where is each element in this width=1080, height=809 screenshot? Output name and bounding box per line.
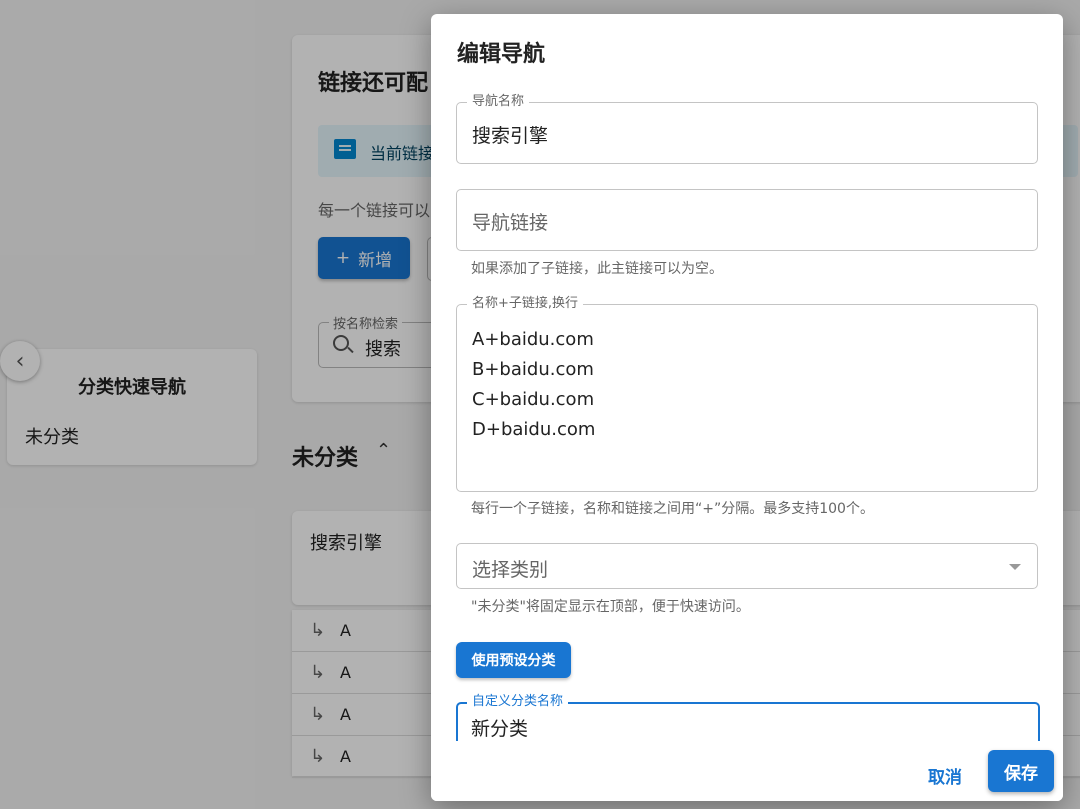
sublinks-textarea[interactable]: 名称+子链接,换行 A+baidu.com B+baidu.com C+baid…	[456, 296, 1038, 492]
dialog-title: 编辑导航	[457, 42, 546, 67]
category-select-placeholder: 选择类别	[472, 559, 549, 581]
sublinks-label: 名称+子链接,换行	[467, 296, 584, 312]
sublink-line: C+baidu.com	[472, 389, 595, 410]
category-helper: "未分类"将固定显示在顶部，便于快速访问。	[471, 599, 750, 615]
category-select[interactable]: 选择类别	[456, 543, 1038, 589]
cancel-button[interactable]: 取消	[917, 757, 973, 793]
sublinks-helper: 每行一个子链接，名称和链接之间用“+”分隔。最多支持100个。	[471, 501, 874, 517]
sublink-line: A+baidu.com	[472, 329, 594, 350]
sublink-line: B+baidu.com	[472, 359, 594, 380]
dialog-actions: 取消 保存	[431, 741, 1063, 801]
nav-name-field[interactable]: 导航名称 搜索引擎	[456, 94, 1038, 164]
use-preset-category-button[interactable]: 使用预设分类	[456, 642, 571, 678]
custom-category-value: 新分类	[471, 718, 529, 740]
custom-category-label: 自定义分类名称	[467, 694, 569, 710]
sublinks-lines: A+baidu.com B+baidu.com C+baidu.com D+ba…	[472, 325, 595, 445]
edit-nav-dialog: 编辑导航 导航名称 搜索引擎 导航链接 如果添加了子链接，此主链接可以为空。 名…	[431, 14, 1063, 801]
save-button[interactable]: 保存	[988, 750, 1054, 792]
sublink-line: D+baidu.com	[472, 419, 596, 440]
nav-link-helper: 如果添加了子链接，此主链接可以为空。	[471, 261, 723, 277]
nav-name-value: 搜索引擎	[472, 125, 549, 147]
nav-name-label: 导航名称	[467, 94, 530, 110]
nav-link-placeholder: 导航链接	[472, 212, 549, 234]
nav-link-field[interactable]: 导航链接	[456, 189, 1038, 251]
dropdown-arrow-icon	[1009, 564, 1021, 570]
